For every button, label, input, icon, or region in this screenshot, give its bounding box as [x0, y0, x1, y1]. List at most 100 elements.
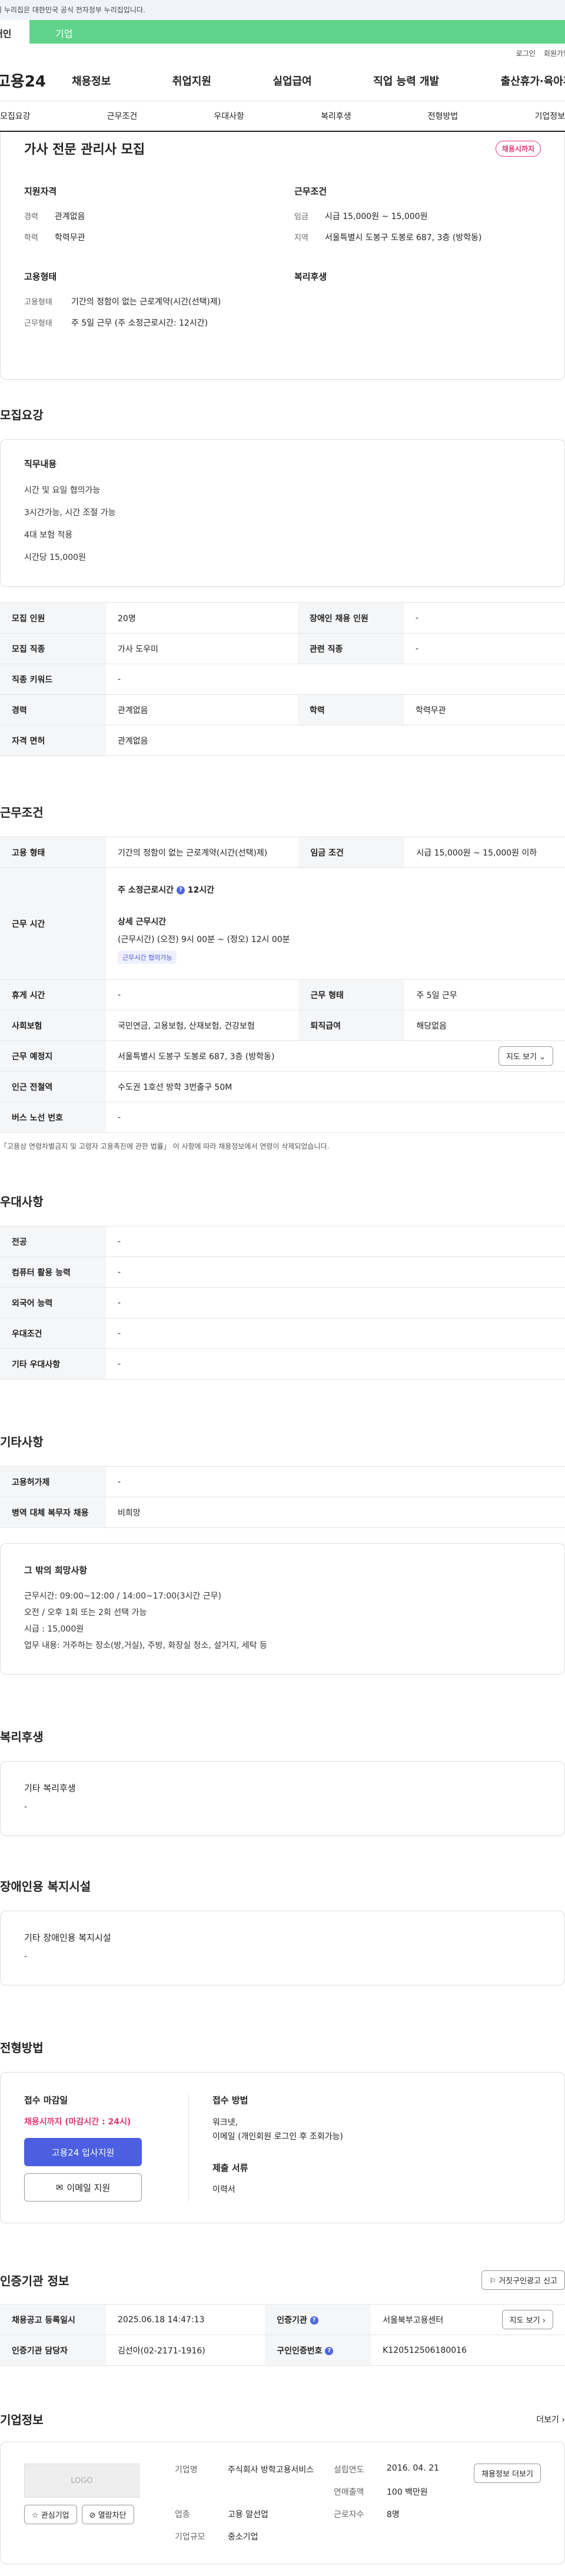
company-jobs-button[interactable]: 채용정보 더보기: [474, 2464, 541, 2483]
info-icon[interactable]: ?: [310, 2316, 318, 2325]
table-value: -: [106, 1348, 565, 1380]
gnb-item-unemployment-benefit[interactable]: 실업급여: [273, 73, 312, 88]
more-label: 더보기: [536, 2415, 559, 2425]
summary-value: 시급 15,000원 ~ 15,000원: [325, 212, 428, 221]
cert-map-button[interactable]: 지도 보기 ›: [501, 2310, 553, 2329]
table-key: 직종 키워드: [0, 664, 106, 695]
table-row: 채용공고 등록일시 2025.06.18 14:47:13 인증기관 ? 서울북…: [0, 2304, 565, 2335]
table-key: 전공: [0, 1226, 106, 1257]
chevron-right-icon: ›: [542, 2316, 546, 2325]
gnb-item-employment-support[interactable]: 취업지원: [172, 73, 211, 88]
table-key: 임금 조건: [298, 837, 405, 868]
gnb-item-jobs[interactable]: 채용정보: [72, 73, 111, 88]
work-table: 고용 형태 기간의 정함이 없는 근로계약(시간(선택)제) 임금 조건 시급 …: [0, 837, 565, 1133]
job-title: 가사 전문 관리사 모집: [24, 142, 145, 157]
table-value: -: [106, 979, 299, 1010]
tab-personal[interactable]: 개인: [0, 20, 29, 44]
summary-employment: 고용형태 고용형태 기간의 정함이 없는 근로계약(시간(선택)제) 근무형태 주 …: [24, 270, 271, 338]
table-value: 주 5일 근무: [404, 979, 565, 1010]
section-title-cert: 인증기관 정보: [0, 2274, 69, 2288]
company-more-link[interactable]: 더보기 ›: [536, 2413, 565, 2425]
gnb-item-training[interactable]: 직업 능력 개발: [373, 73, 439, 88]
cert-table: 채용공고 등록일시 2025.06.18 14:47:13 인증기관 ? 서울북…: [0, 2304, 565, 2366]
info-icon[interactable]: ?: [176, 886, 185, 894]
docs-heading: 제출 서류: [212, 2163, 248, 2173]
summary-conditions: 근무조건 임금 시급 15,000원 ~ 15,000원 지역 서울특별시 도봉구 …: [294, 185, 541, 253]
application-card: 접수 마감일 채용시까지 (마감시간 : 24시) 고용24 입사지원 ✉ 이메일…: [0, 2072, 565, 2223]
table-key: 근무 예정지: [0, 1040, 106, 1072]
work-hours-cell: 주 소정근로시간 ? 12시간 상세 근무시간 (근무시간) (오전) 9시 0…: [106, 867, 565, 980]
favorite-company-button[interactable]: ☆ 관심기업: [24, 2505, 77, 2524]
table-key: 자격 면허: [0, 725, 106, 756]
anchor-benefits[interactable]: 복리후생: [321, 110, 351, 122]
info-icon[interactable]: ?: [325, 2346, 334, 2355]
anchor-preferences[interactable]: 우대사항: [214, 110, 244, 122]
summary-row: 고용형태 기간의 정함이 없는 근로계약(시간(선택)제): [24, 296, 271, 307]
deadline-value: 채용시까지 (마감시간 : 24시): [24, 2117, 131, 2127]
summary-row: 학력 학력무관: [24, 231, 271, 243]
table-row: 사회보험 국민연금, 고용보험, 산재보험, 건강보험 퇴직급여 해당없음: [0, 1010, 565, 1041]
company-field-value: 100 백만원: [387, 2488, 428, 2497]
block-label: 열람차단: [98, 2511, 127, 2520]
anchor-work-conditions[interactable]: 근무조건: [107, 110, 138, 122]
tab-company[interactable]: 기업: [29, 20, 565, 44]
duty-line: 시간당 15,000원: [24, 553, 86, 562]
company-logo-area: LOGO ☆ 관심기업 ⊘ 열람차단: [24, 2464, 139, 2542]
company-field-value: 8명: [387, 2510, 400, 2519]
table-row: 직종 키워드 -: [0, 664, 565, 695]
gnb-item-maternity-leave[interactable]: 출산휴가·육아휴직: [501, 73, 565, 88]
chevron-right-icon: ›: [561, 2415, 565, 2425]
summary-value: 기간의 정함이 없는 근로계약(시간(선택)제): [71, 297, 221, 307]
section-title-benefits: 복리후생: [0, 1730, 44, 1744]
report-label: 거짓구인광고 신고: [498, 2277, 557, 2286]
report-fake-ad-button[interactable]: ⚐ 거짓구인광고 신고: [481, 2270, 565, 2290]
apply-button[interactable]: 고용24 입사지원: [24, 2138, 142, 2166]
table-key: 컴퓨터 활용 능력: [0, 1256, 106, 1288]
user-type-tabs: 개인 기업: [0, 20, 565, 44]
detail-hours: (근무시간) (오전) 9시 00분 ~ (정오) 12시 00분: [118, 934, 290, 944]
summary-key: 학력: [24, 234, 38, 243]
table-key: 퇴직급여: [298, 1010, 405, 1041]
table-row: 고용허가제 -: [0, 1466, 565, 1497]
section-title-preferences: 우대사항: [0, 1195, 44, 1209]
table-key: 인증기관 ?: [265, 2304, 371, 2335]
company-field-key: 설립연도: [334, 2465, 364, 2475]
map-button-label: 지도 보기: [506, 1053, 537, 1062]
favorite-label: 관심기업: [41, 2511, 69, 2520]
other-wishes-line: 시급 : 15,000원: [24, 1624, 84, 1634]
table-value: 학력무관: [403, 694, 565, 725]
summary-value: 서울특별시 도봉구 도봉로 687, 3층 (방학동): [325, 233, 482, 243]
anchor-recruit[interactable]: 모집요강: [0, 110, 31, 122]
email-apply-button[interactable]: ✉ 이메일 지원: [24, 2173, 142, 2202]
disability-card: 기타 장애인용 복지시설 -: [0, 1911, 565, 1985]
anchor-company[interactable]: 기업정보: [534, 110, 565, 122]
table-value: 기간의 정함이 없는 근로계약(시간(선택)제): [106, 837, 299, 868]
anchor-selection[interactable]: 전형방법: [428, 110, 458, 122]
company-field-key: 기업명: [175, 2465, 198, 2475]
job-header: 가사 전문 관리사 모집 채용시까지: [24, 138, 541, 159]
block-company-button[interactable]: ⊘ 열람차단: [81, 2505, 134, 2524]
table-row: 컴퓨터 활용 능력 -: [0, 1256, 565, 1288]
map-button[interactable]: 지도 보기 ⌄: [498, 1046, 553, 1066]
etc-table: 고용허가제 - 병역 대체 복무자 채용 비희망: [0, 1466, 565, 1528]
table-value: 국민연금, 고용보험, 산재보험, 건강보험: [106, 1010, 299, 1041]
company-field-value: 주식회사 방학고용서비스: [228, 2465, 314, 2475]
method-line: 워크넷,: [212, 2118, 238, 2127]
table-key: 구인인증번호 ?: [265, 2335, 371, 2366]
gov-notice-bar: 이 누리집은 대한민국 공식 전자정부 누리집입니다.: [0, 0, 565, 20]
section-title-etc: 기타사항: [0, 1435, 44, 1449]
summary-row: 근무형태 주 5일 근무 (주 소정근로시간: 12시간): [24, 317, 271, 329]
table-row: 고용 형태 기간의 정함이 없는 근로계약(시간(선택)제) 임금 조건 시급 …: [0, 837, 565, 868]
other-wishes-heading: 그 밖의 희망사항: [24, 1565, 88, 1576]
table-key: 채용공고 등록일시: [0, 2304, 106, 2335]
login-link[interactable]: 로그인: [516, 48, 536, 60]
join-link[interactable]: 회원가입: [544, 48, 565, 60]
detail-hours-heading: 상세 근무시간: [118, 917, 167, 927]
table-key: 버스 노선 번호: [0, 1102, 106, 1133]
table-value: 서울북부고용센터 지도 보기 ›: [371, 2304, 565, 2335]
global-nav: 고용24 채용정보 취업지원 실업급여 직업 능력 개발 출산휴가·육아휴직: [0, 60, 565, 101]
table-key: 근무 형태: [298, 979, 405, 1010]
duty-heading: 직무내용: [24, 459, 57, 469]
table-row: 모집 직종 가사 도우미 관련 직종 -: [0, 633, 565, 664]
site-logo[interactable]: 고용24: [0, 69, 72, 91]
